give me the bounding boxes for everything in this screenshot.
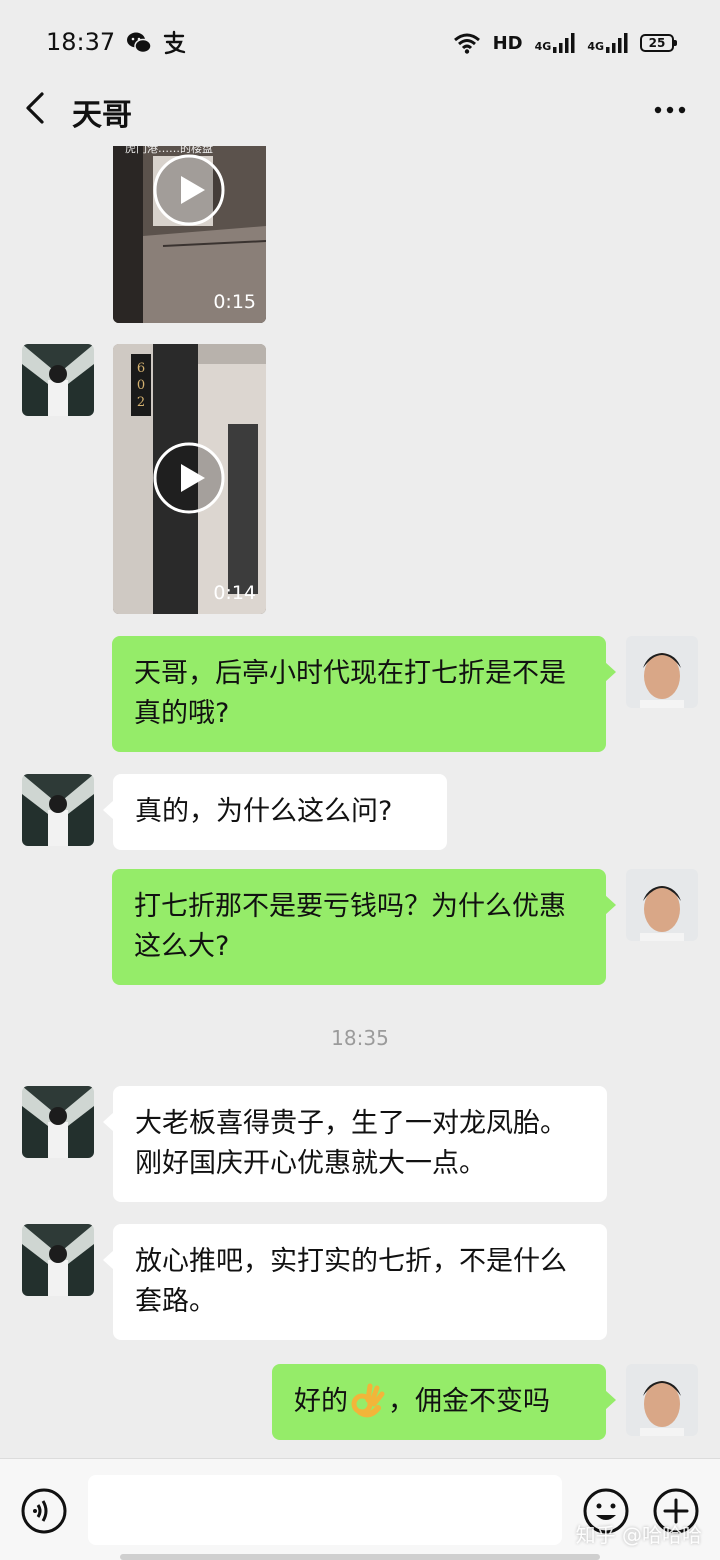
wechat-icon: [127, 32, 152, 54]
message-input[interactable]: [88, 1475, 562, 1545]
svg-text:2: 2: [137, 395, 145, 410]
play-icon[interactable]: [153, 442, 225, 514]
signal-1: 4G: [535, 33, 576, 53]
message-text: 天哥，后亭小时代现在打七折是不是真的哦?: [134, 658, 566, 729]
hd-label: HD: [492, 32, 523, 54]
signal-bars-icon: [606, 33, 628, 53]
message-text-prefix: 好的: [294, 1386, 348, 1417]
wifi-icon: [453, 33, 480, 54]
my-avatar[interactable]: [626, 869, 698, 941]
message-bubble-sent[interactable]: 好的 ，佣金不变吗: [272, 1364, 616, 1440]
message-text: 真的，为什么这么问?: [135, 796, 393, 827]
signal-2: 4G: [587, 33, 628, 53]
my-avatar[interactable]: [626, 1364, 698, 1436]
signal-1-label: 4G: [534, 40, 552, 53]
signal-bars-icon: [553, 33, 575, 53]
voice-icon[interactable]: [20, 1487, 68, 1535]
message-text: 打七折那不是要亏钱吗？为什么优惠这么大?: [134, 891, 566, 962]
message-bubble-received[interactable]: 真的，为什么这么问?: [103, 774, 447, 850]
back-arrow-icon[interactable]: [18, 88, 58, 128]
message-bubble-received[interactable]: 大老板喜得贵子，生了一对龙凤胎。刚好国庆开心优惠就大一点。: [103, 1086, 607, 1202]
my-avatar[interactable]: [626, 636, 698, 708]
video-message[interactable]: 虎门港……的楼盘 0:15: [113, 146, 266, 323]
signal-2-label: 4G: [587, 40, 604, 53]
chat-messages: 虎门港……的楼盘 0:15 6 0 2 0:14 天哥，后亭小时代现在打七折是不…: [0, 146, 720, 1458]
home-indicator: [120, 1554, 600, 1560]
status-indicators: HD 4G 4G 25: [453, 28, 677, 58]
more-options-icon[interactable]: [650, 90, 690, 130]
watermark: 知乎 @哈哈哈: [575, 1523, 702, 1547]
battery-icon: 25: [640, 34, 677, 52]
alipay-icon: [163, 30, 186, 55]
ok-hand-emoji-icon: [351, 1383, 385, 1418]
chat-title: 天哥: [72, 98, 132, 133]
message-bubble-received[interactable]: 放心推吧，实打实的七折，不是什么套路。: [103, 1224, 607, 1340]
video-duration: 0:14: [213, 582, 256, 604]
svg-text:6: 6: [137, 361, 145, 376]
message-timestamp: 18:35: [331, 1026, 389, 1050]
video-message[interactable]: 6 0 2 0:14: [113, 344, 266, 614]
input-bar: 知乎 @哈哈哈: [0, 1458, 720, 1560]
message-text: 放心推吧，实打实的七折，不是什么套路。: [135, 1246, 567, 1317]
svg-text:0: 0: [137, 378, 145, 393]
contact-avatar[interactable]: [22, 1086, 94, 1158]
message-bubble-sent[interactable]: 打七折那不是要亏钱吗？为什么优惠这么大?: [112, 869, 616, 985]
play-icon[interactable]: [153, 154, 225, 226]
message-text-suffix: ，佣金不变吗: [388, 1386, 550, 1417]
message-bubble-sent[interactable]: 天哥，后亭小时代现在打七折是不是真的哦?: [112, 636, 616, 752]
chat-header: 天哥: [0, 72, 720, 146]
contact-avatar[interactable]: [22, 344, 94, 416]
status-time: 18:37: [46, 28, 116, 56]
contact-avatar[interactable]: [22, 774, 94, 846]
message-text: 大老板喜得贵子，生了一对龙凤胎。刚好国庆开心优惠就大一点。: [135, 1108, 567, 1179]
video-duration: 0:15: [213, 291, 256, 313]
contact-avatar[interactable]: [22, 1224, 94, 1296]
